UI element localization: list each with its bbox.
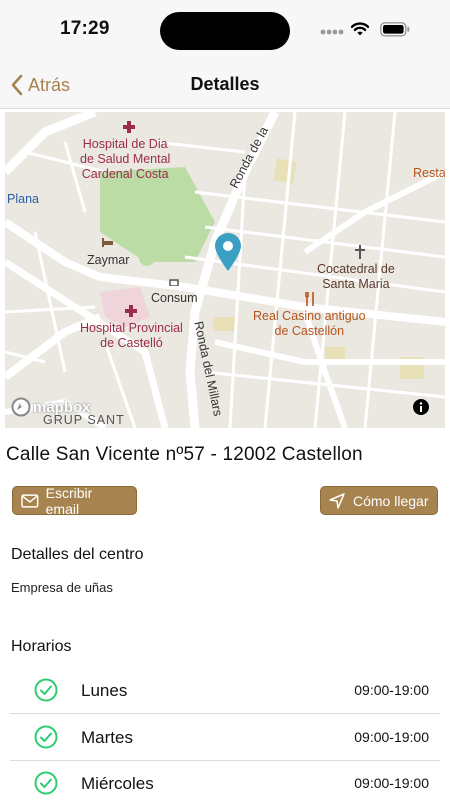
hospital-poi-icon: [125, 305, 137, 317]
mapbox-logo-text: mapbox: [33, 398, 91, 416]
schedule-row: Miércoles 09:00-19:00: [10, 761, 440, 807]
hospital-poi-icon: [123, 121, 135, 133]
envelope-icon: [21, 493, 39, 508]
get-directions-label: Cómo llegar: [353, 492, 429, 509]
info-icon[interactable]: [413, 399, 429, 415]
details-section-title: Detalles del centro: [11, 546, 144, 563]
schedule-hours: 09:00-19:00: [354, 729, 429, 745]
map-label-zaymar: Zaymar: [87, 253, 130, 267]
check-circle-icon: [34, 771, 58, 795]
map-label-resta: Resta: [413, 166, 445, 180]
schedule-section-title: Horarios: [11, 638, 72, 655]
navigation-bar: Atrás Detalles: [0, 62, 450, 109]
church-poi-icon: [355, 245, 365, 259]
navigation-arrow-icon: [329, 492, 345, 509]
shop-poi-icon: [169, 279, 179, 286]
location-pin-icon[interactable]: [213, 232, 243, 272]
schedule-hours: 09:00-19:00: [354, 682, 429, 698]
check-circle-icon: [34, 678, 58, 702]
status-time: 17:29: [60, 18, 110, 39]
schedule-day: Miércoles: [81, 774, 154, 793]
page-title: Detalles: [190, 74, 260, 94]
row-divider: [10, 713, 440, 714]
status-bar: 17:29: [0, 0, 450, 62]
schedule-row: Lunes 09:00-19:00: [10, 668, 440, 714]
restaurant-poi-icon: [305, 292, 314, 306]
lodging-poi-icon: [102, 238, 113, 247]
send-email-button[interactable]: Escribir email: [12, 484, 137, 517]
check-circle-icon: [34, 725, 58, 749]
battery-icon: [380, 22, 410, 37]
mapbox-logo[interactable]: mapbox: [11, 397, 91, 417]
map-label-hospital-provincial: Hospital Provincial de Castelló: [80, 321, 183, 350]
signal-icon: [320, 29, 344, 35]
map-label-consum: Consum: [151, 291, 198, 305]
mapbox-logo-icon: [11, 397, 31, 417]
schedule-day: Lunes: [81, 681, 128, 700]
map-label-hospital-dia: Hospital de Dia de Salud Mental Cardenal…: [80, 137, 171, 181]
map-label-real-casino: Real Casino antiguo de Castellón: [253, 309, 366, 338]
send-email-label: Escribir email: [45, 484, 93, 517]
get-directions-button[interactable]: Cómo llegar: [320, 486, 438, 515]
schedule-day: Martes: [81, 728, 133, 747]
center-address: Calle San Vicente nº57 - 12002 Castellon: [6, 444, 363, 465]
map-label-cocatedral: Cocatedral de Santa Maria: [317, 262, 395, 291]
dynamic-island: [160, 12, 290, 50]
center-description: Empresa de uñas: [11, 580, 113, 595]
map-label-plana: Plana: [7, 192, 39, 206]
wifi-icon: [350, 22, 370, 36]
schedule-row: Martes 09:00-19:00: [10, 715, 440, 761]
schedule-hours: 09:00-19:00: [354, 775, 429, 791]
map-view[interactable]: Hospital de Dia de Salud Mental Cardenal…: [5, 112, 445, 428]
